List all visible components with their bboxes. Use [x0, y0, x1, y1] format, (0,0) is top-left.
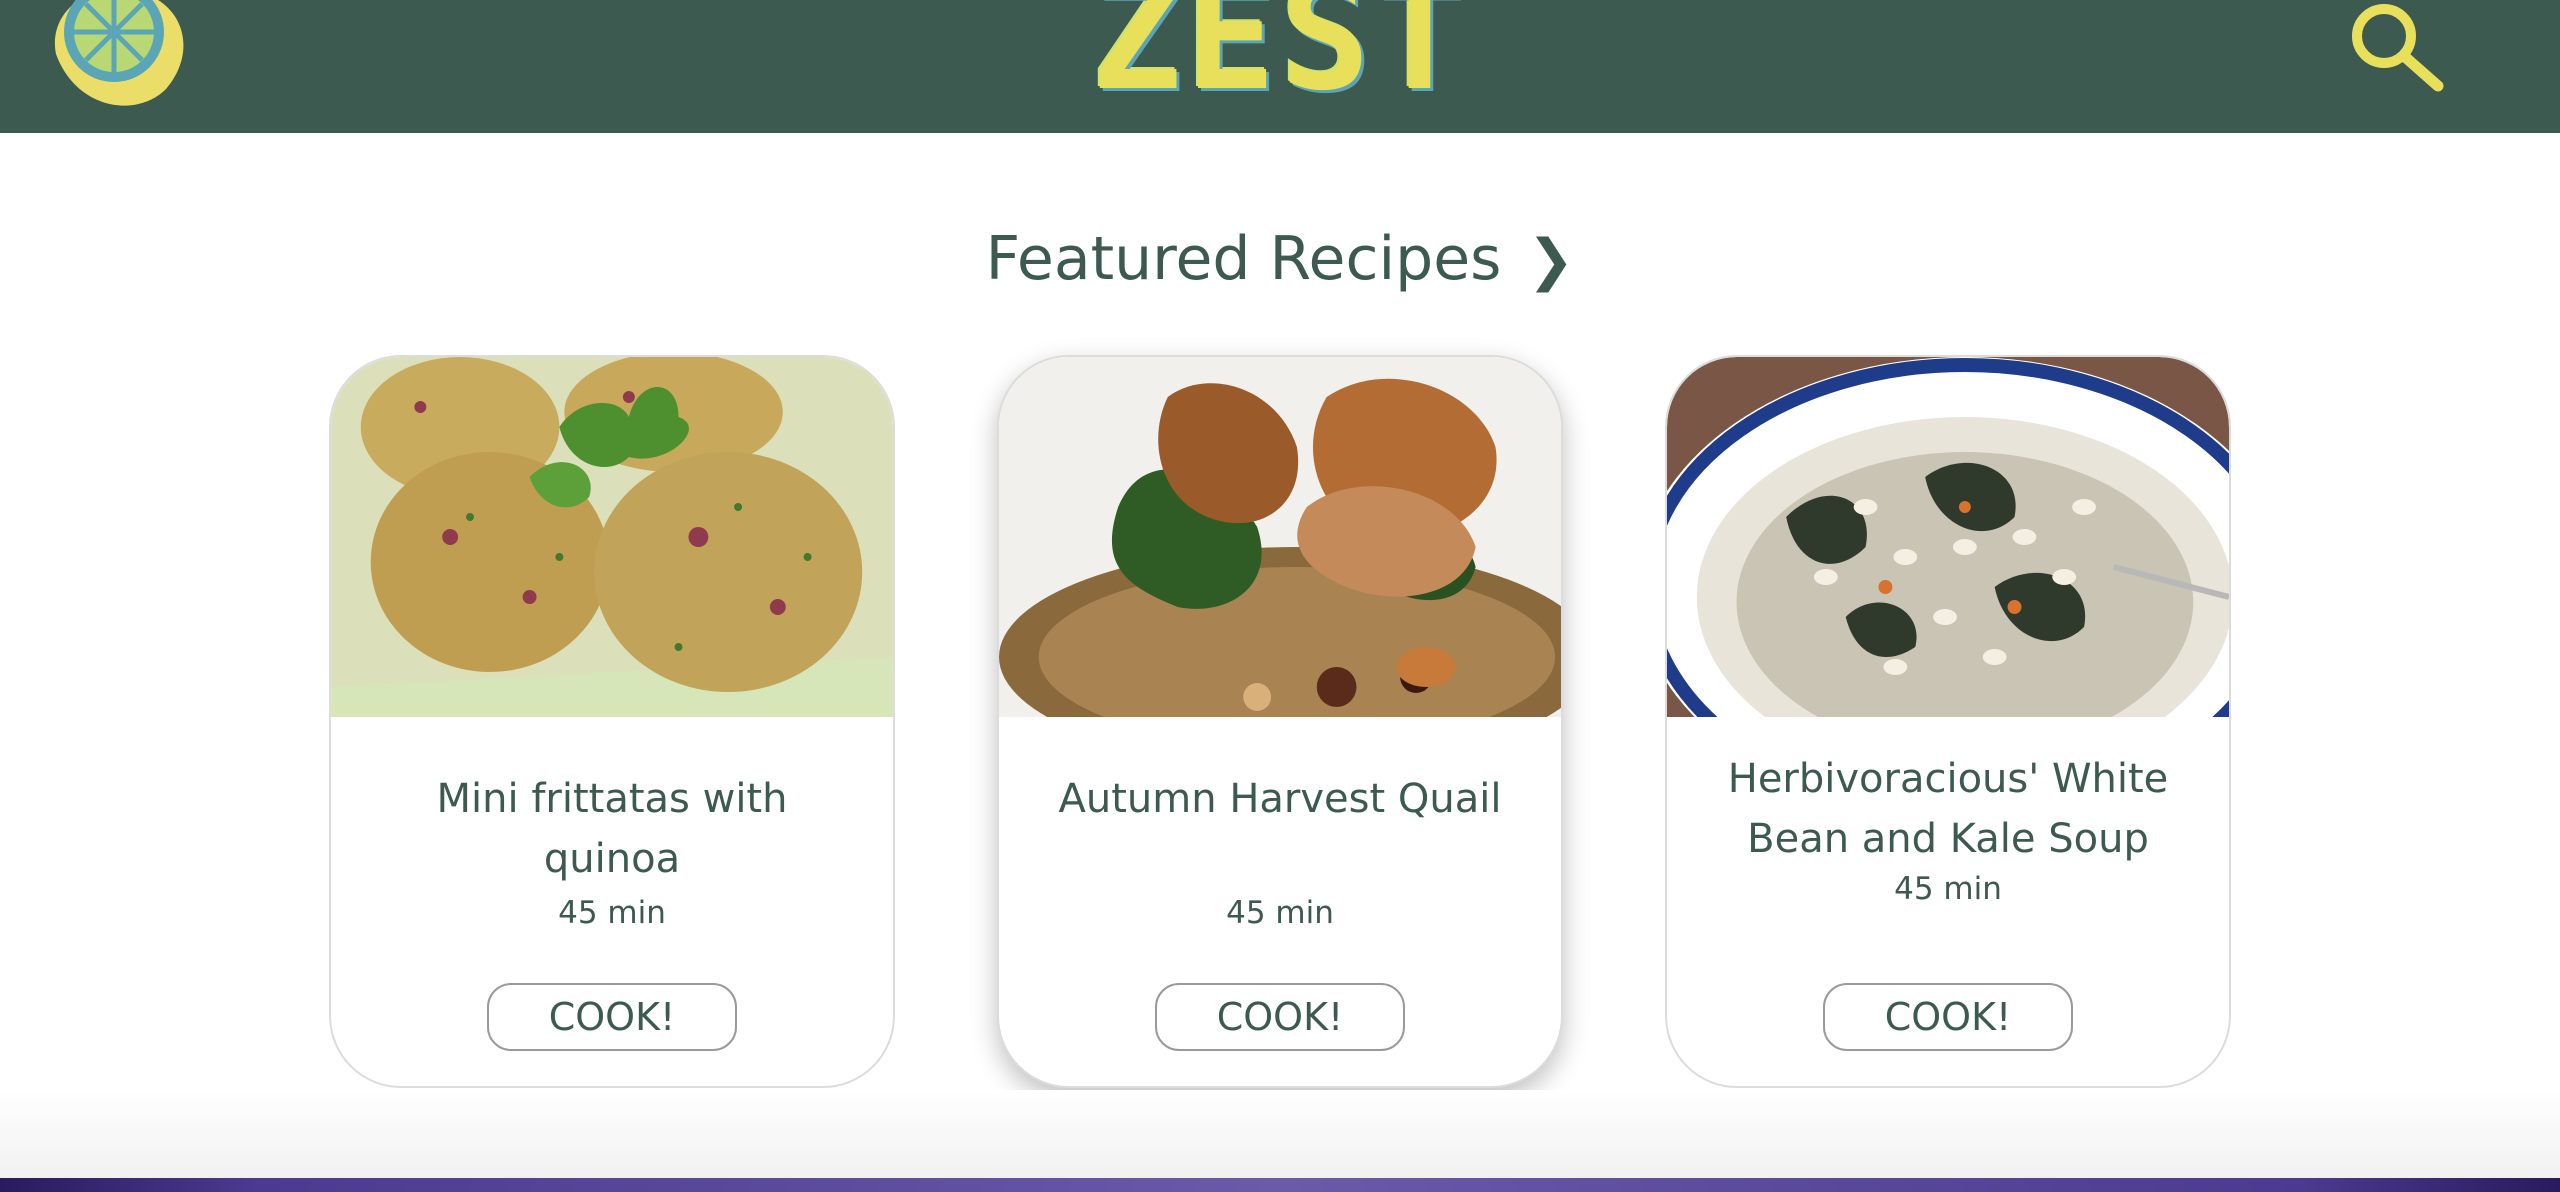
footer-fade — [0, 1090, 2560, 1178]
quail-photo — [999, 357, 1561, 717]
recipe-card[interactable]: Autumn Harvest Quail 45 min COOK! — [997, 355, 1563, 1088]
bean-kale-soup-photo — [1667, 357, 2229, 717]
recipe-card-list: Mini frittatas with quinoa 45 min COOK! … — [0, 355, 2560, 1089]
recipe-title[interactable]: Mini frittatas with quinoa — [382, 769, 842, 889]
featured-recipes-title[interactable]: Featured Recipes — [986, 224, 1502, 294]
brand-logo-text[interactable]: ZEST — [0, 0, 2560, 112]
featured-recipes-heading: Featured Recipes ❯ — [0, 220, 2560, 300]
cook-button[interactable]: COOK! — [1823, 983, 2073, 1051]
recipe-title[interactable]: Herbivoracious' White Bean and Kale Soup — [1718, 749, 2178, 869]
search-icon[interactable] — [2346, 0, 2446, 96]
mini-frittatas-photo — [331, 357, 893, 717]
recipe-time: 45 min — [558, 895, 666, 931]
chevron-right-icon[interactable]: ❯ — [1527, 222, 1574, 300]
recipe-time: 45 min — [1894, 871, 2002, 907]
recipe-title[interactable]: Autumn Harvest Quail — [1050, 769, 1510, 889]
site-header: ZEST — [0, 0, 2560, 133]
recipe-time: 45 min — [1226, 895, 1334, 931]
cook-button[interactable]: COOK! — [487, 983, 737, 1051]
footer-bar — [0, 1178, 2560, 1192]
cook-button[interactable]: COOK! — [1155, 983, 1405, 1051]
recipe-card[interactable]: Herbivoracious' White Bean and Kale Soup… — [1665, 355, 2231, 1088]
recipe-card[interactable]: Mini frittatas with quinoa 45 min COOK! — [329, 355, 895, 1088]
